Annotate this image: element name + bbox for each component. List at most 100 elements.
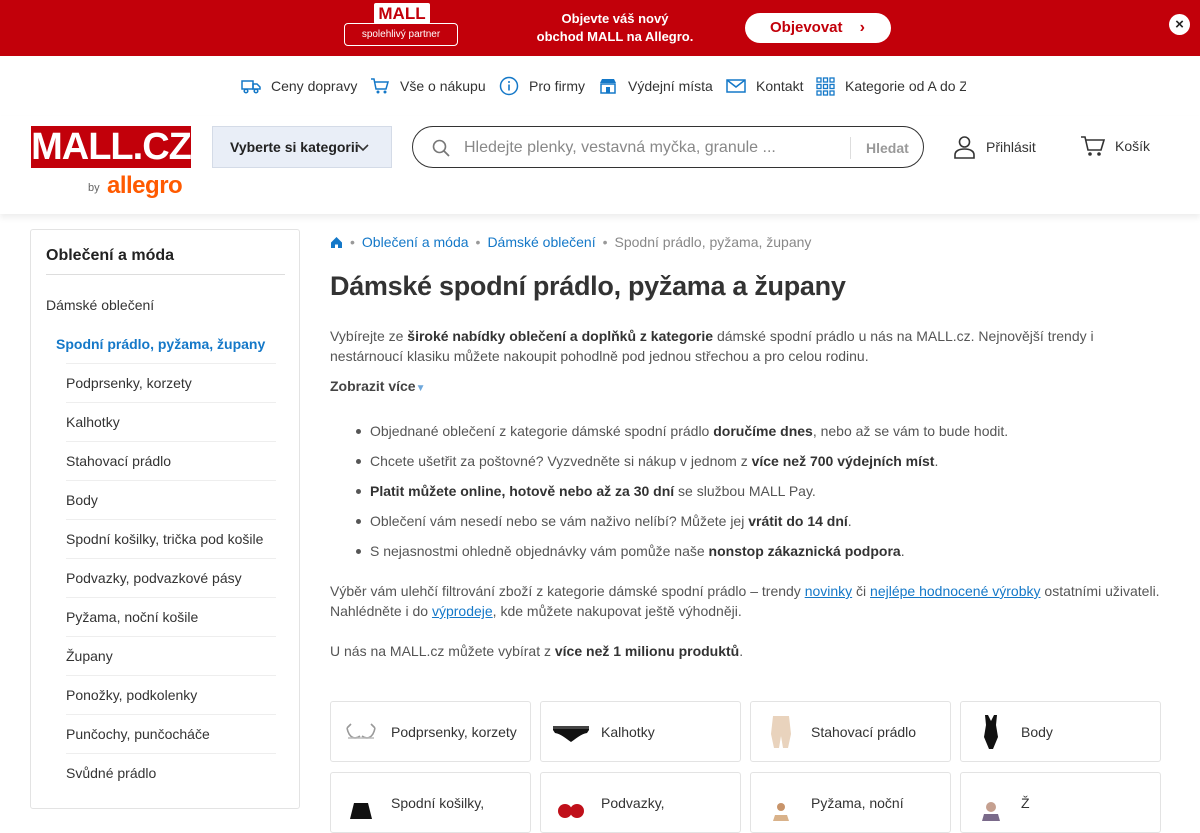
breadcrumb: • Oblečení a móda • Dámské oblečení • Sp… xyxy=(330,233,811,251)
service-links-bar: Ceny dopravy Vše o nákupu Pro firmy Výde… xyxy=(0,56,1200,116)
service-link-shopping[interactable]: Vše o nákupu xyxy=(370,76,486,96)
service-link-label: Vše o nákupu xyxy=(400,78,486,94)
show-more-label: Zobrazit více xyxy=(330,378,416,394)
bullet-text: , nebo až se vám to bude hodit. xyxy=(812,423,1009,439)
cart-link[interactable]: Košík xyxy=(1080,135,1150,157)
breadcrumb-separator: • xyxy=(602,234,608,250)
list-item: S nejasnostmi ohledně objednávky vám pom… xyxy=(330,541,1170,571)
benefits-list: Objednané oblečení z kategorie dámské sp… xyxy=(330,421,1170,571)
cart-icon xyxy=(1081,136,1105,156)
service-link-label: Ceny dopravy xyxy=(271,78,358,94)
mall-logo[interactable]: MALL.CZ xyxy=(31,126,192,168)
login-link[interactable]: Přihlásit xyxy=(953,135,1036,159)
service-link-categories[interactable]: Kategorie od A do Z xyxy=(816,76,966,96)
close-icon[interactable]: × xyxy=(1169,14,1190,35)
pajamas-icon xyxy=(773,803,789,821)
divider xyxy=(66,636,276,637)
sidebar-item-socks[interactable]: Ponožky, podkolenky xyxy=(66,687,197,703)
category-tile-garters[interactable]: Podvazky, xyxy=(540,772,741,833)
filter-text: Výběr vám ulehčí filtrování zboží z kate… xyxy=(330,583,805,599)
sidebar-item-tights[interactable]: Punčochy, punčocháče xyxy=(66,726,210,742)
category-tile-body[interactable]: Body xyxy=(960,701,1161,762)
category-tile-camisoles[interactable]: Spodní košilky, xyxy=(330,772,531,833)
camisole-icon xyxy=(350,803,372,819)
robe-icon xyxy=(982,802,1000,821)
sidebar-item-underwear[interactable]: Spodní prádlo, pyžama, župany xyxy=(56,336,265,352)
bullet-text: S nejasnostmi ohledně objednávky vám pom… xyxy=(370,543,709,559)
list-item: Chcete ušetřit za poštovné? Vyzvedněte s… xyxy=(330,451,1170,481)
category-button-label: Vyberte si kategorii xyxy=(230,139,359,155)
divider xyxy=(66,363,276,364)
service-link-pickup[interactable]: Výdejní místa xyxy=(598,76,713,96)
sidebar-item-pajamas[interactable]: Pyžama, noční košile xyxy=(66,609,198,625)
search-button[interactable]: Hledat xyxy=(866,140,909,156)
service-link-business[interactable]: Pro firmy xyxy=(499,76,585,96)
category-select-button[interactable]: Vyberte si kategorii xyxy=(212,126,392,168)
service-link-label: Kontakt xyxy=(756,78,804,94)
sidebar-item-panties[interactable]: Kalhotky xyxy=(66,414,120,430)
category-tile-bras[interactable]: Podprsenky, korzety xyxy=(330,701,531,762)
sidebar-title[interactable]: Oblečení a móda xyxy=(46,247,174,265)
category-tile-robes[interactable]: Ž xyxy=(960,772,1161,833)
breadcrumb-link[interactable]: Dámské oblečení xyxy=(487,234,595,250)
service-link-label: Pro firmy xyxy=(529,78,585,94)
tile-label: Podprsenky, korzety xyxy=(391,724,517,740)
breadcrumb-current: Spodní prádlo, pyžama, župany xyxy=(614,234,812,250)
promo-banner: MALL spolehlivý partner Objevte váš nový… xyxy=(0,0,1200,56)
divider xyxy=(66,753,276,754)
service-link-contact[interactable]: Kontakt xyxy=(726,76,803,96)
intro-text: Vybírejte ze xyxy=(330,328,408,344)
product-count-paragraph: U nás na MALL.cz můžete vybírat z více n… xyxy=(330,641,1170,661)
promo-text: Objevte váš nový obchod MALL na Allegro. xyxy=(520,10,710,46)
filter-text: , kde můžete nakupovat ještě výhodněji. xyxy=(492,603,742,619)
top-rated-link[interactable]: nejlépe hodnocené výrobky xyxy=(870,583,1040,599)
count-text: U nás na MALL.cz můžete vybírat z xyxy=(330,643,555,659)
bullet-text: . xyxy=(934,453,939,469)
category-tile-shapewear[interactable]: Stahovací prádlo xyxy=(750,701,951,762)
sidebar-item-shapewear[interactable]: Stahovací prádlo xyxy=(66,453,171,469)
category-tile-pajamas[interactable]: Pyžama, noční xyxy=(750,772,951,833)
category-sidebar: Oblečení a móda Dámské oblečení Spodní p… xyxy=(30,229,300,809)
sidebar-item-garters[interactable]: Podvazky, podvazkové pásy xyxy=(66,570,242,586)
show-more-link[interactable]: Zobrazit více▼ xyxy=(330,378,426,394)
tile-label: Spodní košilky, xyxy=(391,795,485,811)
sidebar-item-bras[interactable]: Podprsenky, korzety xyxy=(66,375,192,391)
list-item: Platit můžete online, hotově nebo až za … xyxy=(330,481,1170,511)
count-text: . xyxy=(739,643,744,659)
promo-discover-button[interactable]: Objevovat › xyxy=(745,13,891,43)
promo-text-line1: Objevte váš nový xyxy=(561,11,669,26)
login-label: Přihlásit xyxy=(986,139,1036,155)
shapewear-icon xyxy=(771,716,791,748)
divider xyxy=(66,597,276,598)
panties-icon xyxy=(553,726,589,742)
divider xyxy=(46,274,285,275)
cart-label: Košík xyxy=(1115,138,1151,154)
home-icon[interactable] xyxy=(330,236,343,249)
allegro-logo: allegro xyxy=(107,172,183,199)
sidebar-item-robes[interactable]: Župany xyxy=(66,648,113,664)
info-icon xyxy=(499,76,519,96)
filter-paragraph: Výběr vám ulehčí filtrování zboží z kate… xyxy=(330,581,1170,621)
bra-icon xyxy=(346,723,376,739)
sidebar-item-camisoles[interactable]: Spodní košilky, trička pod košile xyxy=(66,531,263,547)
promo-tagline: spolehlivý partner xyxy=(344,23,458,46)
sidebar-item-lingerie[interactable]: Svůdné prádlo xyxy=(66,765,156,781)
promo-mall-logo: MALL xyxy=(374,3,430,24)
sidebar-item-womens-clothing[interactable]: Dámské oblečení xyxy=(46,297,154,313)
service-link-shipping[interactable]: Ceny dopravy xyxy=(241,76,357,96)
search-icon xyxy=(432,139,450,157)
bullet-text: Objednané oblečení z kategorie dámské sp… xyxy=(370,423,714,439)
site-header: MALL.CZ by allegro Vyberte si kategorii … xyxy=(0,116,1200,214)
bullet-text: Chcete ušetřit za poštovné? Vyzvedněte s… xyxy=(370,453,752,469)
store-icon xyxy=(600,79,616,94)
chevron-down-icon xyxy=(356,127,370,167)
tile-label: Pyžama, noční xyxy=(811,795,904,811)
search-input[interactable] xyxy=(464,135,794,161)
divider xyxy=(66,714,276,715)
sidebar-item-body[interactable]: Body xyxy=(66,492,98,508)
category-tile-panties[interactable]: Kalhotky xyxy=(540,701,741,762)
news-link[interactable]: novinky xyxy=(805,583,852,599)
breadcrumb-link[interactable]: Oblečení a móda xyxy=(362,234,469,250)
mail-icon xyxy=(726,79,746,93)
sale-link[interactable]: výprodeje xyxy=(432,603,493,619)
